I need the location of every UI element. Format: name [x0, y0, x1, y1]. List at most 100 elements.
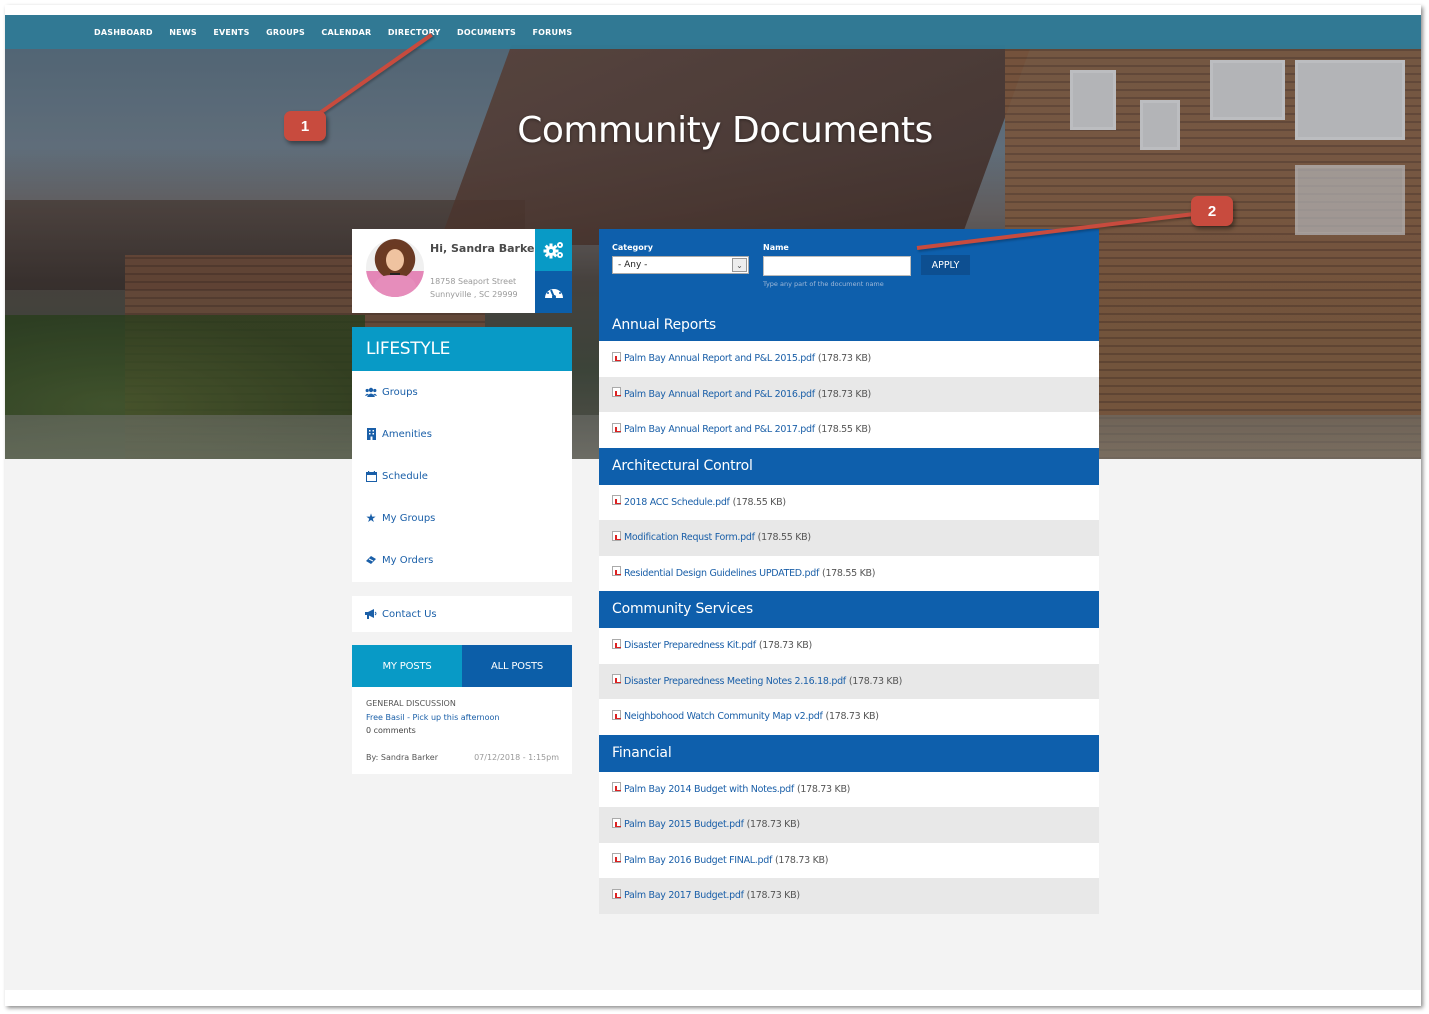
section-heading: Financial: [599, 734, 1099, 772]
document-link[interactable]: Neighbohood Watch Community Map v2.pdf: [624, 711, 823, 722]
document-sections: Annual Reports Palm Bay Annual Report and…: [599, 301, 1099, 914]
frame-top: [5, 5, 1421, 15]
document-row: Disaster Preparedness Meeting Notes 2.16…: [599, 663, 1099, 699]
name-label: Name: [763, 243, 789, 252]
document-link[interactable]: Residential Design Guidelines UPDATED.pd…: [624, 568, 819, 579]
document-link[interactable]: Disaster Preparedness Kit.pdf: [624, 640, 756, 651]
user-greeting: Hi, Sandra Barker: [430, 242, 540, 255]
pdf-file-icon: [612, 566, 621, 577]
documents-panel: Category - Any - ⌄ Name Type any part of…: [599, 229, 1099, 914]
post-author: By: Sandra Barker: [366, 752, 438, 762]
post-comments: 0 comments: [366, 726, 416, 735]
users-icon: [365, 386, 377, 398]
document-row: Residential Design Guidelines UPDATED.pd…: [599, 556, 1099, 592]
callout-2: 2: [1191, 196, 1233, 226]
name-hint: Type any part of the document name: [763, 280, 884, 288]
nav-dashboard[interactable]: DASHBOARD: [94, 28, 153, 37]
document-size: (178.73 KB): [746, 890, 800, 902]
document-size: (178.73 KB): [758, 640, 812, 652]
page-title: Community Documents: [517, 110, 933, 151]
document-size: (178.55 KB): [732, 496, 786, 508]
document-size: (178.55 KB): [817, 424, 871, 436]
nav-forums[interactable]: FORUMS: [532, 28, 572, 37]
posts-tabs: MY POSTS ALL POSTS: [352, 645, 572, 687]
chevron-down-icon: ⌄: [732, 258, 747, 272]
document-link[interactable]: Palm Bay 2016 Budget FINAL.pdf: [624, 855, 772, 866]
calendar-icon: [365, 470, 377, 482]
pdf-file-icon: [612, 853, 621, 864]
sidebar-item-amenities[interactable]: Amenities: [352, 413, 572, 455]
document-size: (178.73 KB): [796, 783, 851, 795]
address-line-2: Sunnyville , SC 29999: [430, 290, 518, 299]
document-row: Palm Bay 2015 Budget.pdf (178.73 KB): [599, 807, 1099, 843]
document-row: Palm Bay 2016 Budget FINAL.pdf (178.73 KB…: [599, 843, 1099, 879]
nav-news[interactable]: NEWS: [169, 28, 197, 37]
document-link[interactable]: Palm Bay Annual Report and P&L 2015.pdf: [624, 353, 815, 364]
document-row: Palm Bay Annual Report and P&L 2017.pdf(…: [599, 412, 1099, 448]
document-row: 2018 ACC Schedule.pdf (178.55 KB): [599, 485, 1099, 521]
document-row: Modification Requst Form.pdf (178.55 KB): [599, 520, 1099, 556]
nav-documents[interactable]: DOCUMENTS: [457, 28, 516, 37]
lifestyle-heading: LIFESTYLE: [352, 327, 572, 371]
post-date: 07/12/2018 - 1:15pm: [474, 752, 559, 762]
document-link[interactable]: 2018 ACC Schedule.pdf: [624, 497, 730, 508]
sidebar-item-contact-us[interactable]: Contact Us: [352, 596, 572, 632]
document-row: Palm Bay Annual Report and P&L 2016.pdf(…: [599, 376, 1099, 412]
sidebar-item-schedule[interactable]: Schedule: [352, 455, 572, 497]
post-item: GENERAL DISCUSSION Free Basil - Pick up …: [352, 687, 572, 764]
sidebar-item-my-orders[interactable]: My Orders: [352, 539, 572, 581]
document-filter: Category - Any - ⌄ Name Type any part of…: [599, 229, 1099, 301]
document-link[interactable]: Modification Requst Form.pdf: [624, 532, 755, 543]
sidebar-item-groups[interactable]: Groups: [352, 371, 572, 413]
document-row: Disaster Preparedness Kit.pdf (178.73 KB): [599, 628, 1099, 664]
document-link[interactable]: Palm Bay Annual Report and P&L 2016.pdf: [624, 389, 815, 400]
post-category: GENERAL DISCUSSION: [366, 699, 456, 708]
page-footer-band: [5, 990, 1421, 1006]
pdf-file-icon: [612, 709, 621, 720]
document-size: (178.55 KB): [757, 532, 811, 544]
dashboard-button[interactable]: [535, 271, 572, 313]
pdf-file-icon: [612, 351, 621, 362]
document-link[interactable]: Palm Bay Annual Report and P&L 2017.pdf: [624, 424, 815, 435]
pdf-file-icon: [612, 888, 621, 899]
tab-my-posts[interactable]: MY POSTS: [352, 645, 462, 687]
document-link[interactable]: Palm Bay 2014 Budget with Notes.pdf: [624, 784, 794, 795]
pdf-file-icon: [612, 530, 621, 541]
pdf-file-icon: [612, 422, 621, 433]
document-row: Palm Bay 2017 Budget.pdf (178.73 KB): [599, 878, 1099, 914]
apply-button[interactable]: APPLY: [921, 255, 970, 275]
document-link[interactable]: Palm Bay 2015 Budget.pdf: [624, 819, 744, 830]
sidebar-item-label: Amenities: [382, 428, 432, 440]
sidebar-item-label: My Groups: [382, 512, 436, 524]
nav-events[interactable]: EVENTS: [213, 28, 249, 37]
document-size: (178.73 KB): [817, 388, 871, 400]
pdf-file-icon: [612, 782, 621, 793]
document-size: (178.73 KB): [848, 675, 902, 687]
category-label: Category: [612, 243, 653, 252]
document-size: (178.73 KB): [746, 819, 800, 831]
document-size: (178.73 KB): [817, 353, 871, 365]
avatar: [366, 239, 424, 297]
nav-calendar[interactable]: CALENDAR: [321, 28, 371, 37]
settings-button[interactable]: [535, 229, 572, 271]
category-select[interactable]: - Any - ⌄: [612, 256, 749, 274]
page-frame: DASHBOARD NEWS EVENTS GROUPS CALENDAR DI…: [5, 5, 1421, 1006]
name-input[interactable]: [763, 256, 911, 276]
pdf-file-icon: [612, 495, 621, 506]
post-title-link[interactable]: Free Basil - Pick up this afternoon: [366, 711, 572, 725]
sidebar-item-my-groups[interactable]: ★ My Groups: [352, 497, 572, 539]
building-icon: [365, 428, 377, 440]
document-link[interactable]: Disaster Preparedness Meeting Notes 2.16…: [624, 676, 846, 687]
document-link[interactable]: Palm Bay 2017 Budget.pdf: [624, 890, 744, 901]
contact-panel: Contact Us: [352, 596, 572, 632]
nav-groups[interactable]: GROUPS: [266, 28, 305, 37]
section-heading: Community Services: [599, 591, 1099, 628]
sidebar-item-label: My Orders: [382, 554, 434, 566]
document-size: (178.55 KB): [822, 567, 876, 579]
tab-all-posts[interactable]: ALL POSTS: [462, 645, 572, 687]
section-heading: Architectural Control: [599, 447, 1099, 485]
section-heading: Annual Reports: [599, 301, 1099, 341]
callout-1: 1: [284, 111, 326, 141]
sidebar-item-label: Groups: [382, 386, 418, 398]
pdf-file-icon: [612, 674, 621, 685]
